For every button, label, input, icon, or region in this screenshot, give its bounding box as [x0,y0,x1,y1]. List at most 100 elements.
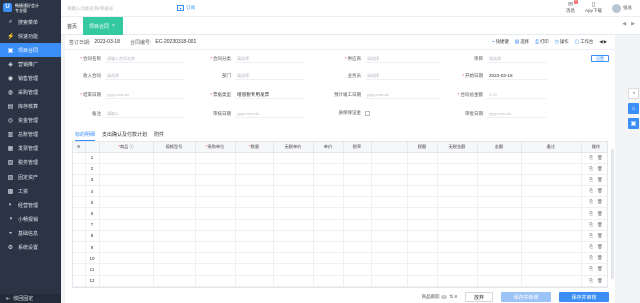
field-input[interactable]: 请选择 [365,55,440,63]
table-cell[interactable] [343,230,372,243]
table-cell[interactable] [195,174,236,187]
table-cell[interactable] [477,152,522,164]
table-cell[interactable]: ⎘ 🗑 [581,152,607,164]
table-cell[interactable] [371,241,408,254]
table-cell[interactable] [313,207,344,220]
table-cell[interactable] [153,241,196,254]
copy-row-icon[interactable]: ⎘ [589,244,593,250]
checkbox[interactable] [365,110,370,116]
table-cell[interactable] [273,163,314,175]
discard-button[interactable]: 放弃 [464,292,493,302]
table-cell[interactable] [437,185,478,198]
pager-arrows[interactable]: ◀ ▶ [599,39,607,45]
delete-row-icon[interactable]: 🗑 [597,266,603,272]
table-cell[interactable] [407,163,438,175]
table-cell[interactable] [235,275,274,287]
delete-row-icon[interactable]: 🗑 [597,177,603,183]
table-cell[interactable] [313,196,344,209]
table-cell[interactable] [235,241,274,254]
delete-row-icon[interactable]: 🗑 [597,188,603,194]
table-cell[interactable] [343,252,372,265]
sidebar-item[interactable]: ▣ 项目合同 [0,43,61,58]
subscribe-filter[interactable]: ▾ 订阅 [177,5,195,11]
table-cell[interactable] [313,163,344,175]
table-cell[interactable] [371,275,408,287]
table-cell[interactable] [371,163,408,175]
table-cell[interactable] [407,174,438,187]
table-cell[interactable] [521,185,582,198]
delete-row-icon[interactable]: 🗑 [597,199,603,205]
toggle-switch[interactable] [441,295,448,299]
table-cell[interactable] [235,174,274,187]
table-cell[interactable] [521,230,582,243]
copy-row-icon[interactable]: ⎘ [589,177,593,183]
table-cell[interactable] [437,263,478,276]
copy-row-icon[interactable]: ⎘ [589,266,593,272]
table-cell[interactable] [437,230,478,243]
table-cell[interactable] [195,185,236,198]
table-cell[interactable] [235,196,274,209]
table-cell[interactable] [521,163,582,175]
table-cell[interactable]: ⎘ 🗑 [581,263,607,276]
copy-row-icon[interactable]: ⎘ [589,199,593,205]
field-input[interactable]: 请选择 [235,72,305,80]
copy-row-icon[interactable]: ⎘ [589,255,593,261]
toolbar-item[interactable]: ⎙ 打印 [535,39,549,45]
table-cell[interactable] [235,263,274,276]
goods-trace-toggle[interactable]: 商品跟踪 ⇅ 8 [421,294,457,300]
table-cell[interactable] [407,152,438,164]
table-cell[interactable]: ⎘ 🗑 [581,163,607,175]
sidebar-item[interactable]: ◉ 销售管理 [0,71,61,85]
detail-tab[interactable]: 支出确认及付款计划 [102,131,147,141]
table-cell[interactable] [437,219,478,231]
grid-scrollbar[interactable] [611,149,614,279]
table-cell[interactable] [273,252,314,265]
table-cell[interactable] [235,219,274,231]
tab-home[interactable]: 首页 [64,21,80,32]
table-cell[interactable] [153,252,196,265]
table-cell[interactable] [195,241,236,254]
copy-row-icon[interactable]: ⎘ [589,155,593,161]
table-cell[interactable] [521,275,582,287]
field-input[interactable]: 请选择 [105,72,185,80]
table-cell[interactable] [343,185,372,198]
sidebar-item[interactable]: ◎ 资金管理 [0,114,61,128]
table-cell[interactable] [407,275,438,287]
sidebar-item[interactable]: ⚙ 系统设置 [0,241,61,255]
delete-row-icon[interactable]: 🗑 [597,233,603,239]
table-cell[interactable] [521,152,582,164]
table-cell[interactable] [273,174,314,187]
table-cell[interactable] [195,219,236,231]
table-cell[interactable] [273,196,314,209]
table-cell[interactable] [195,230,236,243]
table-cell[interactable] [521,263,582,276]
field-input[interactable]: 请选择 [487,55,547,63]
table-cell[interactable] [99,152,154,164]
table-cell[interactable] [273,152,314,164]
field-input[interactable]: yyyy-mm-dd [105,91,185,99]
table-cell[interactable] [99,263,154,276]
table-cell[interactable] [437,207,478,220]
table-cell[interactable] [343,152,372,164]
field-input[interactable]: 请选择 [235,55,305,63]
close-icon[interactable]: × [112,23,115,29]
save-and-audit-button[interactable]: 保存并审核 [559,292,609,302]
table-cell[interactable] [407,241,438,254]
table-cell[interactable] [99,230,154,243]
table-cell[interactable] [343,174,372,187]
sidebar-item[interactable]: ◒ 基础信息 [0,226,61,240]
table-cell[interactable] [153,263,196,276]
table-cell[interactable]: ⎘ 🗑 [581,174,607,187]
table-cell[interactable] [477,241,522,254]
field-input[interactable]: yyyy-mm-dd [365,91,440,99]
sidebar-item[interactable]: ⚡ 快速功能 [0,29,61,43]
table-cell[interactable] [407,263,438,276]
table-cell[interactable] [407,219,438,231]
table-cell[interactable] [437,152,478,164]
copy-row-icon[interactable]: ⎘ [589,211,593,217]
table-cell[interactable] [343,163,372,175]
table-cell[interactable] [195,263,236,276]
table-cell[interactable] [153,275,196,287]
copy-row-icon[interactable]: ⎘ [589,188,593,194]
copy-row-icon[interactable]: ⎘ [589,222,593,228]
